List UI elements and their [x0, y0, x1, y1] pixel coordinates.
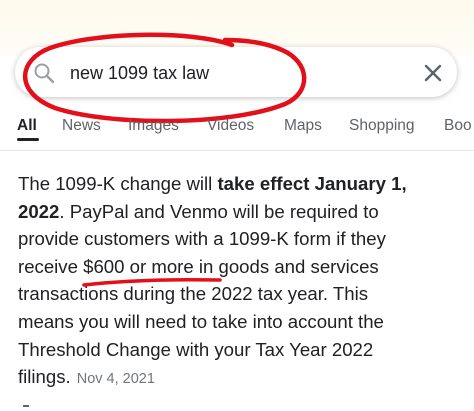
snippet-line-2: 2022. PayPal and Venmo will be required … — [18, 200, 379, 222]
tab-books[interactable]: Boo — [444, 117, 472, 135]
tab-news[interactable]: News — [62, 117, 101, 135]
search-input[interactable]: new 1099 tax law — [70, 60, 209, 86]
snippet-line-5: transactions during the 2022 tax year. T… — [18, 283, 369, 305]
snippet-line-6: means you will need to take into account… — [18, 310, 384, 332]
search-results-page: new 1099 tax law All News Images Videos … — [0, 0, 474, 411]
tab-all[interactable]: All — [17, 117, 37, 135]
snippet-line-1: The 1099-K change will take effect Janua… — [18, 173, 407, 194]
snippet-date: Nov 4, 2021 — [76, 371, 155, 388]
tab-images[interactable]: Images — [128, 117, 179, 135]
tab-shopping[interactable]: Shopping — [349, 117, 415, 135]
active-tab-indicator — [17, 138, 39, 141]
divider-mark — [23, 405, 29, 407]
divider — [0, 150, 474, 151]
search-tabs: All News Images Videos Maps Shopping Boo — [0, 113, 474, 143]
close-icon[interactable] — [421, 61, 445, 85]
snippet-line-3: provide customers with a 1099-K form if … — [18, 228, 386, 250]
snippet-line-7: Threshold Change with your Tax Year 2022 — [18, 338, 374, 360]
snippet-line-4: receive $600 or more in goods and servic… — [18, 255, 379, 277]
featured-snippet: The 1099-K change will take effect Janua… — [18, 170, 468, 394]
tab-videos[interactable]: Videos — [207, 117, 254, 135]
tab-maps[interactable]: Maps — [284, 117, 322, 135]
snippet-line-8: filings. Nov 4, 2021 — [18, 366, 155, 388]
search-icon[interactable] — [32, 61, 56, 85]
